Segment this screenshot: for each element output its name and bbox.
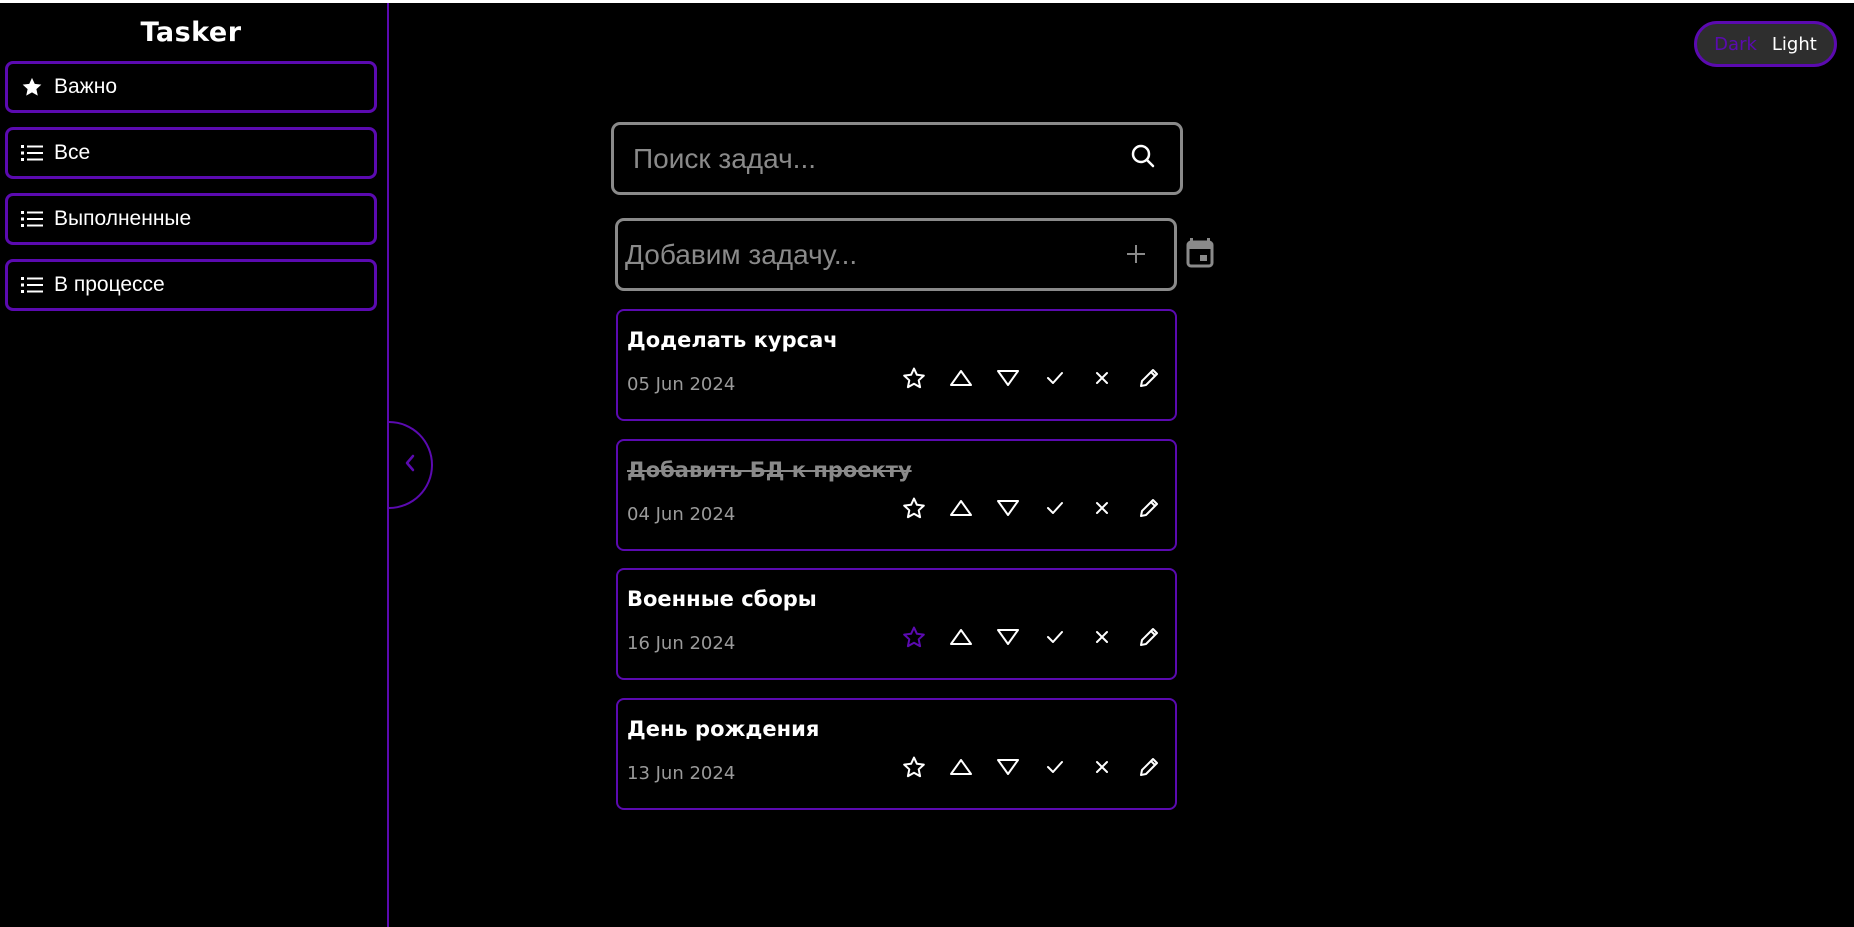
triangle-up-icon	[949, 757, 973, 782]
check-icon	[1046, 760, 1064, 779]
complete-button[interactable]	[1031, 365, 1078, 395]
check-icon	[1046, 630, 1064, 649]
complete-button[interactable]	[1031, 624, 1078, 654]
move-up-button[interactable]	[937, 365, 984, 395]
task-date: 16 Jun 2024	[627, 633, 736, 654]
complete-button[interactable]	[1031, 495, 1078, 525]
important-button[interactable]	[890, 365, 937, 395]
search-bar	[611, 122, 1183, 195]
move-down-button[interactable]	[984, 624, 1031, 654]
search-input[interactable]	[631, 141, 1123, 176]
edit-button[interactable]	[1125, 754, 1172, 784]
move-down-button[interactable]	[984, 365, 1031, 395]
task-actions	[890, 754, 1172, 784]
app-title: Tasker	[140, 17, 242, 48]
delete-button[interactable]	[1078, 624, 1125, 654]
task-card: Доделать курсач 05 Jun 2024	[616, 309, 1177, 421]
triangle-down-icon	[996, 368, 1020, 393]
task-date: 13 Jun 2024	[627, 763, 736, 784]
edit-button[interactable]	[1125, 624, 1172, 654]
task-card: День рождения 13 Jun 2024	[616, 698, 1177, 810]
task-actions	[890, 495, 1172, 525]
search-button[interactable]	[1123, 139, 1163, 179]
add-task-bar	[615, 218, 1177, 291]
delete-button[interactable]	[1078, 754, 1125, 784]
check-icon	[1046, 501, 1064, 520]
complete-button[interactable]	[1031, 754, 1078, 784]
task-actions	[890, 365, 1172, 395]
important-button[interactable]	[890, 754, 937, 784]
delete-button[interactable]	[1078, 365, 1125, 395]
move-up-button[interactable]	[937, 624, 984, 654]
triangle-down-icon	[996, 757, 1020, 782]
move-up-button[interactable]	[937, 754, 984, 784]
theme-switch[interactable]: Dark Light	[1694, 21, 1837, 67]
delete-button[interactable]	[1078, 495, 1125, 525]
task-card: Добавить БД к проекту 04 Jun 2024	[616, 439, 1177, 551]
move-down-button[interactable]	[984, 754, 1031, 784]
task-title: День рождения	[627, 717, 820, 741]
task-date: 05 Jun 2024	[627, 374, 736, 395]
close-icon	[1095, 760, 1109, 779]
list-icon	[19, 206, 45, 232]
theme-dark-option[interactable]: Dark	[1714, 34, 1757, 55]
calendar-icon	[1186, 238, 1214, 272]
triangle-up-icon	[949, 368, 973, 393]
check-icon	[1046, 371, 1064, 390]
task-title: Доделать курсач	[627, 328, 838, 352]
move-up-button[interactable]	[937, 495, 984, 525]
triangle-up-icon	[949, 498, 973, 523]
important-button[interactable]	[890, 624, 937, 654]
close-icon	[1095, 501, 1109, 520]
add-task-button[interactable]	[1116, 235, 1156, 275]
sidebar-item-important[interactable]: Важно	[5, 61, 377, 113]
star-outline-icon	[902, 625, 926, 654]
pencil-icon	[1138, 497, 1160, 524]
task-title: Добавить БД к проекту	[627, 458, 912, 482]
triangle-down-icon	[996, 498, 1020, 523]
star-outline-icon	[902, 366, 926, 395]
star-outline-icon	[902, 496, 926, 525]
triangle-up-icon	[949, 627, 973, 652]
sidebar-item-label: Выполненные	[54, 207, 192, 230]
task-date: 04 Jun 2024	[627, 504, 736, 525]
triangle-down-icon	[996, 627, 1020, 652]
sidebar-item-label: В процессе	[54, 273, 165, 296]
calendar-button[interactable]	[1186, 238, 1214, 268]
close-icon	[1095, 371, 1109, 390]
theme-light-option[interactable]: Light	[1772, 34, 1817, 55]
edit-button[interactable]	[1125, 495, 1172, 525]
star-icon	[19, 74, 45, 100]
list-icon	[19, 140, 45, 166]
add-task-input[interactable]	[623, 237, 1116, 272]
sidebar: Tasker Важно Все Выполненные В процессе	[0, 3, 389, 927]
move-down-button[interactable]	[984, 495, 1031, 525]
edit-button[interactable]	[1125, 365, 1172, 395]
sidebar-item-completed[interactable]: Выполненные	[5, 193, 377, 245]
task-actions	[890, 624, 1172, 654]
important-button[interactable]	[890, 495, 937, 525]
pencil-icon	[1138, 626, 1160, 653]
search-icon	[1130, 143, 1156, 174]
star-outline-icon	[902, 755, 926, 784]
task-card: Военные сборы 16 Jun 2024	[616, 568, 1177, 680]
sidebar-item-in-progress[interactable]: В процессе	[5, 259, 377, 311]
sidebar-collapse-button[interactable]	[389, 421, 433, 509]
plus-icon	[1125, 236, 1147, 273]
sidebar-item-label: Все	[54, 141, 91, 164]
list-icon	[19, 272, 45, 298]
pencil-icon	[1138, 756, 1160, 783]
chevron-left-icon	[404, 454, 416, 477]
close-icon	[1095, 630, 1109, 649]
pencil-icon	[1138, 367, 1160, 394]
task-title: Военные сборы	[627, 587, 817, 611]
sidebar-item-all[interactable]: Все	[5, 127, 377, 179]
sidebar-item-label: Важно	[54, 75, 118, 98]
